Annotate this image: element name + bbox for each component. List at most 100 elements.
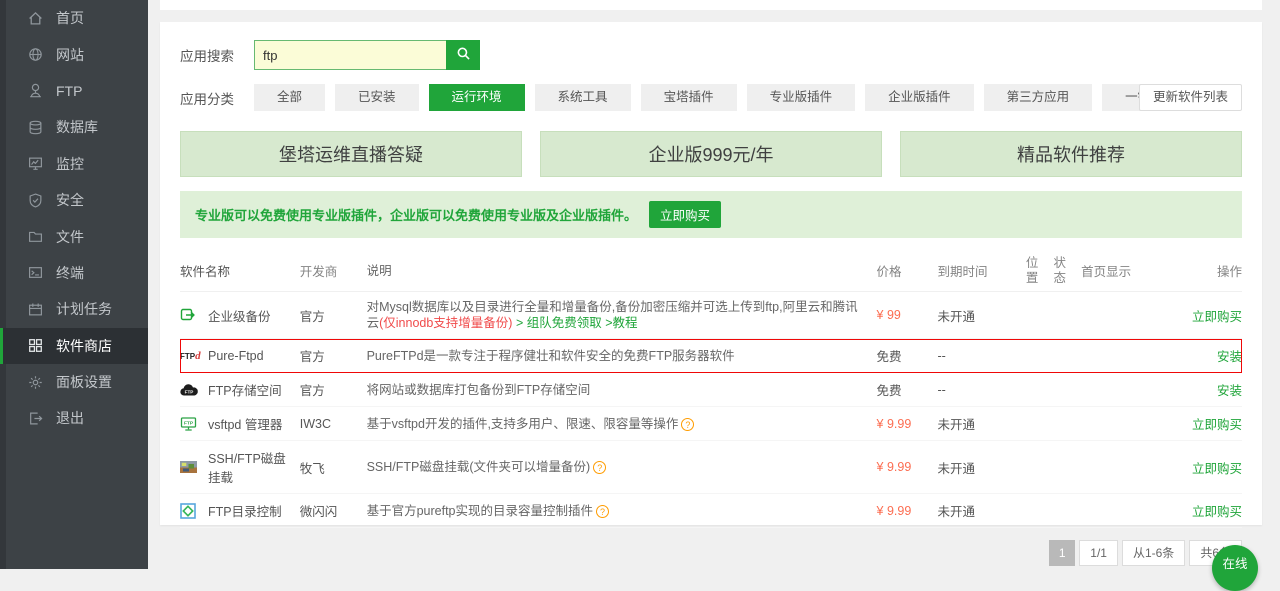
category-tab[interactable]: 专业版插件	[746, 84, 856, 111]
row-action-link[interactable]: 安装	[1217, 384, 1242, 398]
sidebar-item-ftp[interactable]: FTP	[0, 73, 148, 109]
help-icon[interactable]: ?	[681, 417, 695, 431]
sidebar-item-database[interactable]: 数据库	[0, 109, 148, 145]
row-action-link[interactable]: 立即购买	[1192, 462, 1242, 476]
sidebar-item-cron[interactable]: 计划任务	[0, 291, 148, 327]
help-icon[interactable]: ?	[596, 504, 610, 518]
logout-icon	[28, 411, 43, 426]
monitor-icon	[28, 156, 43, 171]
cloud-app-icon: FTP	[180, 383, 200, 396]
sidebar-item-home[interactable]: 首页	[0, 0, 148, 36]
expire-time: --	[937, 382, 946, 397]
software-name: FTP目录控制	[208, 505, 282, 519]
page-range: 从1-6条	[1121, 540, 1186, 566]
row-action-link[interactable]: 安装	[1217, 350, 1242, 364]
search-button[interactable]	[446, 40, 480, 70]
developer: 微闪闪	[299, 505, 338, 519]
home-icon	[28, 11, 43, 26]
sidebar-item-site[interactable]: 网站	[0, 36, 148, 72]
search-input[interactable]	[254, 40, 446, 70]
sidebar-item-monitor[interactable]: 监控	[0, 146, 148, 182]
sidebar-item-terminal[interactable]: 终端	[0, 255, 148, 291]
table-header: 软件名称 开发商 说明 价格 到期时间 位置 状态 首页显示 操作	[180, 250, 1242, 292]
category-tab[interactable]: 全部	[254, 84, 326, 111]
previous-card-bottom-strip	[160, 0, 1262, 10]
software-name: Pure-Ftpd	[208, 348, 264, 363]
category-tab[interactable]: 第三方应用	[983, 84, 1093, 111]
online-support-button[interactable]: 在线	[1212, 545, 1258, 591]
row-action-link[interactable]: 立即购买	[1192, 505, 1242, 519]
table-row: SSH/FTP磁盘挂载 牧飞 SSH/FTP磁盘挂载(文件夹可以增量备份)? ¥…	[180, 441, 1242, 494]
dir-app-icon	[180, 502, 200, 519]
description: PureFTPd是一款专注于程序健壮和软件安全的免费FTP服务器软件	[366, 348, 735, 363]
header-software-name: 软件名称	[180, 265, 231, 279]
table-row: FTP vsftpd 管理器 IW3C 基于vsftpd开发的插件,支持多用户、…	[180, 407, 1242, 441]
app-search-label: 应用搜索	[180, 49, 234, 64]
description-link[interactable]: > 组队免费领取	[512, 316, 602, 330]
sidebar-item-appstore[interactable]: 软件商店	[0, 327, 148, 365]
database-icon	[28, 120, 43, 135]
buy-now-button[interactable]: 立即购买	[649, 201, 722, 228]
promo-banner[interactable]: 企业版999元/年	[540, 131, 882, 177]
description: SSH/FTP磁盘挂载(文件夹可以增量备份)?	[367, 459, 877, 475]
developer: 官方	[299, 350, 325, 364]
search-icon	[456, 46, 471, 64]
pagination: 1 1/1 从1-6条 共6条	[180, 540, 1242, 566]
app-category-label: 应用分类	[180, 91, 234, 107]
disk-app-icon	[180, 461, 200, 473]
description-link[interactable]: >教程	[602, 316, 637, 330]
expire-time: --	[937, 348, 946, 363]
table-row: 企业级备份 官方 对Mysql数据库以及目录进行全量和增量备份,备份加密压缩并可…	[180, 292, 1242, 339]
ftpd-app-icon: FTPd	[180, 349, 201, 362]
help-icon[interactable]: ?	[593, 461, 607, 474]
description: 基于官方pureftp实现的目录容量控制插件?	[367, 503, 877, 519]
notice-text: 专业版可以免费使用专业版插件，企业版可以免费使用专业版及企业版插件。	[195, 208, 638, 223]
gear-icon	[28, 375, 43, 390]
category-tab[interactable]: 宝塔插件	[640, 84, 737, 111]
software-name: 企业级备份	[208, 309, 271, 324]
page-number-current[interactable]: 1	[1049, 540, 1076, 566]
header-expire-time: 到期时间	[937, 265, 988, 279]
terminal-icon	[28, 265, 43, 280]
category-tab[interactable]: 已安装	[335, 84, 419, 111]
price: ¥ 99	[876, 308, 901, 322]
developer: 官方	[299, 384, 325, 398]
row-action-link[interactable]: 立即购买	[1192, 418, 1242, 432]
table-row: FTP目录控制 微闪闪 基于官方pureftp实现的目录容量控制插件? ¥ 9.…	[180, 494, 1242, 528]
price: ¥ 9.99	[876, 460, 912, 474]
sidebar-item-files[interactable]: 文件	[0, 218, 148, 254]
search-box	[254, 40, 480, 70]
page-indicator[interactable]: 1/1	[1079, 540, 1118, 566]
online-support-label: 在线	[1222, 557, 1248, 571]
developer: 牧飞	[299, 461, 325, 476]
expire-time: 未开通	[937, 505, 975, 519]
software-name: SSH/FTP磁盘挂载	[208, 452, 286, 485]
header-developer: 开发商	[299, 265, 338, 279]
category-tab[interactable]: 企业版插件	[865, 84, 974, 111]
price: 免费	[876, 384, 902, 398]
price: ¥ 9.99	[876, 503, 912, 518]
price: 免费	[876, 350, 902, 364]
shield-icon	[28, 193, 43, 208]
app-category-row: 应用分类 全部已安装运行环境系统工具宝塔插件专业版插件企业版插件第三方应用一键部…	[180, 84, 1242, 111]
category-tab[interactable]: 运行环境	[428, 84, 525, 111]
description: 将网站或数据库打包备份到FTP存储空间	[366, 382, 591, 397]
sidebar-item-security[interactable]: 安全	[0, 182, 148, 218]
category-tab[interactable]: 系统工具	[534, 84, 631, 111]
sidebar-item-logout[interactable]: 退出	[0, 400, 148, 436]
promo-banner[interactable]: 堡塔运维直播答疑	[180, 131, 522, 177]
sidebar-item-settings[interactable]: 面板设置	[0, 364, 148, 400]
expire-time: 未开通	[937, 309, 975, 324]
price: ¥ 9.99	[876, 416, 912, 431]
header-price: 价格	[876, 265, 902, 279]
promo-banner[interactable]: 精品软件推荐	[900, 131, 1242, 177]
software-table: 软件名称 开发商 说明 价格 到期时间 位置 状态 首页显示 操作 企业级备份 …	[180, 250, 1242, 528]
software-name: vsftpd 管理器	[208, 418, 283, 432]
row-action-link[interactable]: 立即购买	[1192, 310, 1242, 324]
developer: 官方	[299, 309, 325, 324]
sidebar: 首页 网站 FTP 数据库 监控 安全 文件 终端 计划任务 软件商店 面板设置…	[0, 0, 148, 569]
vsftpd-app-icon: FTP	[180, 416, 200, 432]
backup-app-icon	[180, 307, 200, 323]
software-name: FTP存储空间	[208, 384, 282, 398]
update-software-list-button[interactable]: 更新软件列表	[1138, 84, 1242, 111]
